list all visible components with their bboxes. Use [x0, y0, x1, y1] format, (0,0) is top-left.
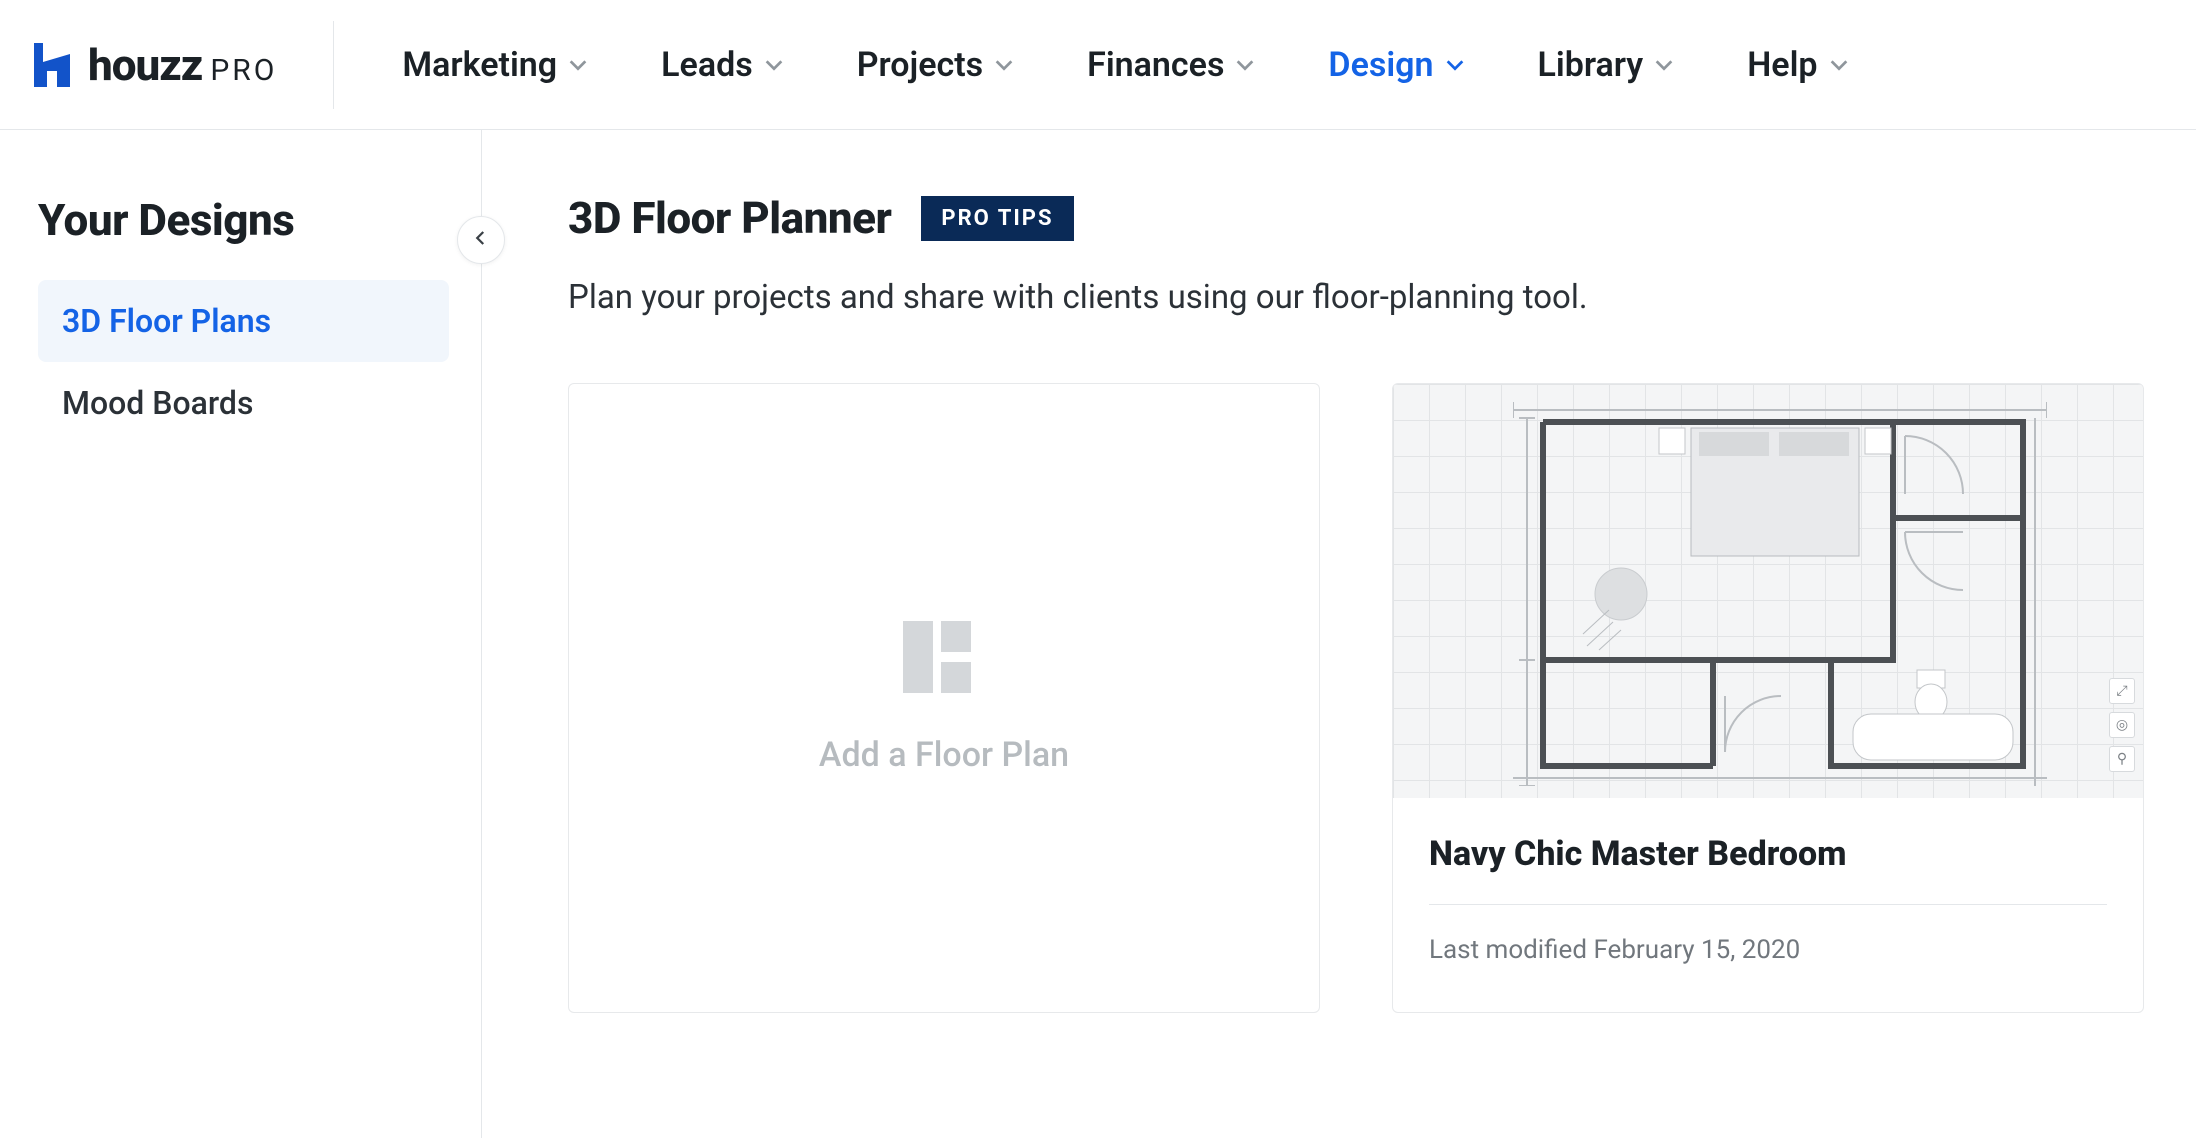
nav-item-label: Marketing — [402, 45, 557, 85]
chevron-left-icon — [472, 229, 490, 251]
thumbnail-view-tools: ⤢ ◎ ⚲ — [2109, 678, 2135, 772]
top-nav: houzz PRO Marketing Leads Projects Finan… — [0, 0, 2196, 130]
title-row: 3D Floor Planner PRO TIPS — [568, 192, 2144, 244]
pro-tips-badge[interactable]: PRO TIPS — [921, 196, 1073, 241]
brand-pro-suffix: PRO — [210, 53, 277, 88]
sidebar-item-label: 3D Floor Plans — [62, 302, 271, 340]
page-body: Your Designs 3D Floor Plans Mood Boards … — [0, 130, 2196, 1138]
plan-thumbnail: ⤢ ◎ ⚲ — [1393, 384, 2143, 798]
divider — [1429, 904, 2107, 905]
sidebar-item-3d-floor-plans[interactable]: 3D Floor Plans — [38, 280, 449, 362]
plan-card[interactable]: ⤢ ◎ ⚲ Navy Chic Master Bedroom Last modi… — [1392, 383, 2144, 1013]
sidebar-title: Your Designs — [38, 194, 449, 246]
locate-icon: ◎ — [2109, 712, 2135, 738]
chevron-down-icon — [1653, 54, 1675, 76]
nav-library[interactable]: Library — [1538, 45, 1676, 85]
chevron-down-icon — [567, 54, 589, 76]
houzz-h-icon — [34, 43, 70, 87]
primary-nav: Marketing Leads Projects Finances Design — [402, 45, 1849, 85]
chevron-down-icon — [1828, 54, 1850, 76]
plan-title: Navy Chic Master Bedroom — [1429, 834, 2107, 874]
nav-item-label: Finances — [1087, 45, 1224, 85]
sidebar-list: 3D Floor Plans Mood Boards — [38, 280, 449, 444]
nav-item-label: Leads — [661, 45, 753, 85]
add-floor-plan-label: Add a Floor Plan — [819, 735, 1069, 775]
chevron-down-icon — [1234, 54, 1256, 76]
chevron-down-icon — [763, 54, 785, 76]
plan-last-modified: Last modified February 15, 2020 — [1429, 935, 2107, 965]
plan-card-meta: Navy Chic Master Bedroom Last modified F… — [1393, 798, 2143, 997]
collapse-sidebar-button[interactable] — [457, 216, 505, 264]
floor-plan-blocks-icon — [903, 621, 985, 693]
nav-item-label: Library — [1538, 45, 1644, 85]
nav-design[interactable]: Design — [1328, 45, 1465, 85]
nav-leads[interactable]: Leads — [661, 45, 785, 85]
nav-item-label: Help — [1747, 45, 1817, 85]
nav-projects[interactable]: Projects — [857, 45, 1015, 85]
expand-icon: ⤢ — [2109, 678, 2135, 704]
page-title: 3D Floor Planner — [568, 192, 891, 244]
sidebar-item-label: Mood Boards — [62, 384, 253, 422]
nav-item-label: Projects — [857, 45, 983, 85]
zoom-icon: ⚲ — [2109, 746, 2135, 772]
add-floor-plan-card[interactable]: Add a Floor Plan — [568, 383, 1320, 1013]
chevron-down-icon — [1444, 54, 1466, 76]
nav-marketing[interactable]: Marketing — [402, 45, 589, 85]
main-content: 3D Floor Planner PRO TIPS Plan your proj… — [482, 130, 2196, 1138]
floor-plan-preview-icon — [1513, 398, 2047, 786]
pro-tips-label: PRO TIPS — [941, 206, 1053, 231]
plan-card-grid: Add a Floor Plan — [568, 383, 2144, 1013]
page-subtitle: Plan your projects and share with client… — [568, 278, 2144, 317]
brand-logo[interactable]: houzz PRO — [34, 21, 334, 109]
sidebar-item-mood-boards[interactable]: Mood Boards — [38, 362, 449, 444]
chevron-down-icon — [993, 54, 1015, 76]
nav-finances[interactable]: Finances — [1087, 45, 1256, 85]
sidebar: Your Designs 3D Floor Plans Mood Boards — [0, 130, 482, 1138]
nav-item-label: Design — [1328, 45, 1433, 85]
nav-help[interactable]: Help — [1747, 45, 1849, 85]
brand-wordmark: houzz — [88, 39, 202, 91]
